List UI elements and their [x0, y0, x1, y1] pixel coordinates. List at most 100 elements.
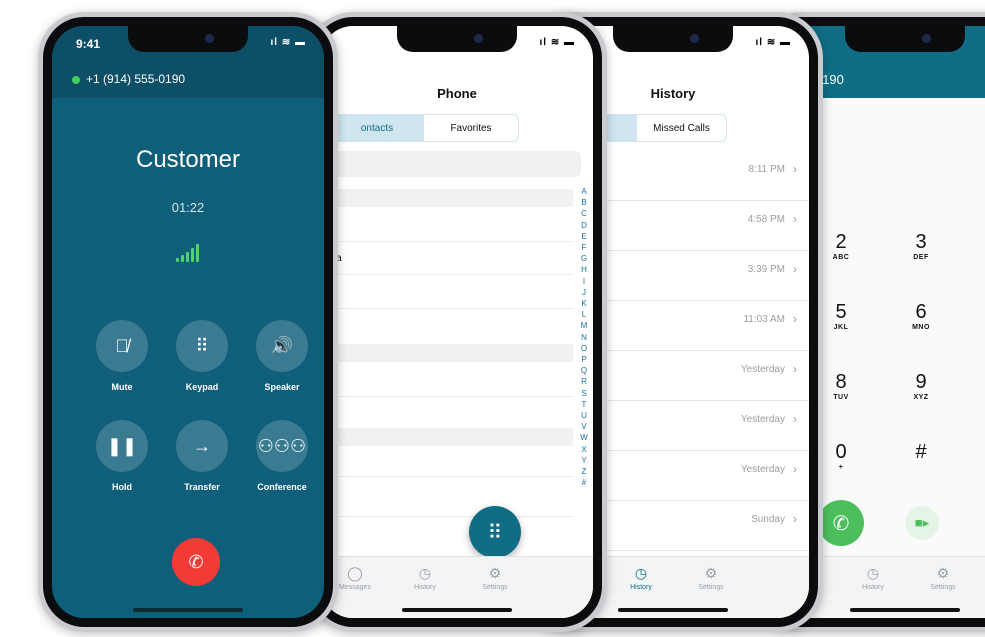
contacts-segmented-control: ontacts Favorites	[329, 114, 519, 142]
chevron-right-icon: ›	[793, 312, 797, 326]
caller-name: Customer	[135, 146, 241, 173]
conference-button[interactable]: ⚇⚇⚇ Conference	[256, 420, 308, 492]
key-hash[interactable]: #	[891, 441, 951, 464]
alphabet-letter[interactable]: O	[579, 343, 589, 354]
history-row-time: 4:58 PM	[747, 214, 785, 225]
alphabet-letter[interactable]: G	[579, 253, 589, 264]
segment-missed-calls[interactable]: Missed Calls	[637, 115, 726, 141]
call-screen: 9:41 ıl ≋ ▬ +1 (914) 555-0190 Customer 0…	[52, 26, 324, 618]
call-number: +1 (914) 555-0190	[72, 72, 185, 86]
alphabet-letter[interactable]: E	[579, 231, 589, 242]
video-call-button[interactable]: ■▸	[905, 506, 939, 540]
gear-icon: ⚙	[488, 565, 502, 581]
alphabet-letter[interactable]: H	[579, 264, 589, 275]
alphabet-letter[interactable]: I	[579, 276, 589, 287]
alphabet-letter[interactable]: C	[579, 208, 589, 219]
status-time: 9:41	[76, 37, 101, 51]
key-3[interactable]: 3 DEF	[891, 231, 951, 261]
alphabet-letter[interactable]: X	[579, 444, 589, 455]
history-row-time: 11:03 AM	[743, 314, 785, 325]
tab-settings[interactable]: ⚙ Settings	[679, 565, 743, 591]
search-input[interactable]	[321, 151, 581, 177]
clock-icon: ◷	[866, 565, 880, 581]
alphabet-letter[interactable]: Z	[579, 466, 589, 477]
arrow-right-icon: →	[193, 435, 211, 456]
clock-icon: ◷	[634, 565, 648, 581]
chevron-right-icon: ›	[793, 162, 797, 176]
alphabet-letter[interactable]: R	[579, 376, 589, 387]
contacts-screen: ıl ≋ ▬ Phone ontacts Favorites eda m ms …	[321, 26, 593, 618]
tab-settings[interactable]: ⚙ Settings	[911, 565, 975, 591]
call-duration: 01:22	[171, 200, 205, 215]
section-header	[321, 189, 573, 207]
speaker-icon: 🔊	[270, 335, 294, 356]
video-icon: ■▸	[914, 515, 930, 530]
tab-history[interactable]: ◷ History	[609, 565, 673, 591]
phone-icon: ✆	[188, 551, 204, 572]
keypad-fab-button[interactable]: ⠿	[469, 506, 521, 558]
alphabet-letter[interactable]: P	[579, 354, 589, 365]
chevron-right-icon: ›	[793, 462, 797, 476]
transfer-button[interactable]: → Transfer	[176, 420, 228, 492]
history-row-time: Yesterday	[740, 414, 785, 425]
chevron-right-icon: ›	[793, 512, 797, 526]
alphabet-letter[interactable]: A	[579, 186, 589, 197]
alphabet-letter[interactable]: J	[579, 287, 589, 298]
alphabet-letter[interactable]: D	[579, 220, 589, 231]
history-row-time: 8:11 PM	[748, 164, 786, 175]
alphabet-letter[interactable]: F	[579, 242, 589, 253]
history-row-time: Yesterday	[740, 464, 785, 475]
alphabet-letter[interactable]: W	[579, 432, 589, 443]
status-icons: ıl ≋ ▬	[539, 37, 575, 48]
alphabet-letter[interactable]: #	[579, 477, 589, 488]
clock-icon: ◷	[418, 565, 432, 581]
chevron-right-icon: ›	[793, 262, 797, 276]
end-call-button[interactable]: ✆	[172, 538, 220, 586]
key-6[interactable]: 6 MNO	[891, 301, 951, 331]
alphabet-letter[interactable]: S	[579, 388, 589, 399]
segment-contacts[interactable]: ontacts	[330, 115, 424, 141]
gear-icon: ⚙	[704, 565, 718, 581]
alphabet-letter[interactable]: Y	[579, 455, 589, 466]
status-icons: ıl ≋ ▬	[755, 37, 791, 48]
history-row-time: 3:39 PM	[747, 264, 785, 275]
alphabet-letter[interactable]: U	[579, 410, 589, 421]
tab-settings[interactable]: ⚙ Settings	[463, 565, 527, 591]
page-title: Phone	[437, 86, 477, 101]
tab-history[interactable]: ◷ History	[841, 565, 905, 591]
history-row-time: Sunday	[751, 514, 785, 525]
section-header	[321, 428, 573, 446]
alphabet-letter[interactable]: K	[579, 298, 589, 309]
alphabet-index[interactable]: A B C D E F G H I J K L M N O P Q R S T U V W X Y Z #	[579, 186, 589, 488]
segment-favorites[interactable]: Favorites	[424, 115, 518, 141]
people-icon: ⚇⚇⚇	[257, 435, 307, 456]
alphabet-letter[interactable]: N	[579, 332, 589, 343]
phone-active-call: 9:41 ıl ≋ ▬ +1 (914) 555-0190 Customer 0…	[38, 12, 338, 632]
chevron-right-icon: ›	[793, 412, 797, 426]
speaker-button[interactable]: 🔊 Speaker	[256, 320, 308, 392]
active-dot-icon	[72, 75, 80, 84]
alphabet-letter[interactable]: Q	[579, 365, 589, 376]
alphabet-letter[interactable]: V	[579, 421, 589, 432]
alphabet-letter[interactable]: M	[579, 320, 589, 331]
chevron-right-icon: ›	[793, 212, 797, 226]
signal-strength-icon	[176, 244, 200, 262]
keypad-button[interactable]: ⠿ Keypad	[176, 320, 228, 392]
alphabet-letter[interactable]: T	[579, 399, 589, 410]
phone-icon: ✆	[832, 512, 850, 535]
section-header	[321, 344, 573, 362]
keypad-icon: ⠿	[487, 521, 503, 544]
mute-button[interactable]: 🎙̸ Mute	[96, 320, 148, 392]
keypad-icon: ⠿	[195, 335, 209, 356]
call-button[interactable]: ✆	[818, 500, 864, 546]
hold-button[interactable]: ❚❚ Hold	[96, 420, 148, 492]
alphabet-letter[interactable]: L	[579, 309, 589, 320]
alphabet-letter[interactable]: B	[579, 197, 589, 208]
status-icons: ıl ≋ ▬	[270, 37, 306, 48]
chevron-right-icon: ›	[793, 362, 797, 376]
key-9[interactable]: 9 XYZ	[891, 371, 951, 401]
tab-history[interactable]: ◷ History	[393, 565, 457, 591]
gear-icon: ⚙	[936, 565, 950, 581]
history-row-time: Yesterday	[740, 364, 785, 375]
mic-off-icon: 🎙̸	[115, 335, 129, 356]
